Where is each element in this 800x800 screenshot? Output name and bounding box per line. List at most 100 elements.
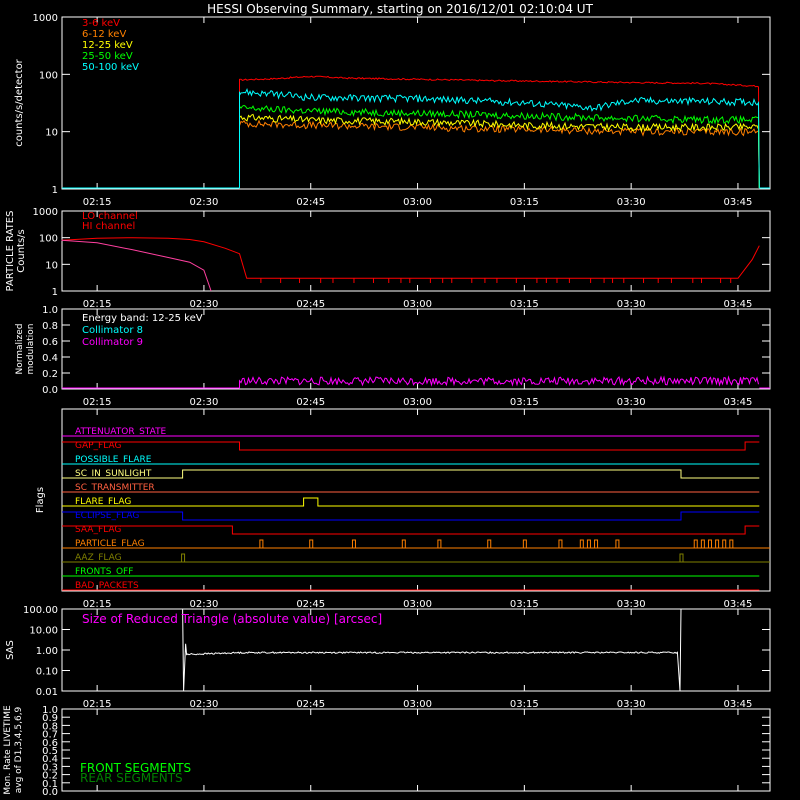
x-tick-label: 02:30 <box>190 397 219 408</box>
flag-trace <box>62 441 760 451</box>
figure-title: HESSI Observing Summary, starting on 201… <box>207 2 593 16</box>
flag-spike <box>707 539 712 548</box>
x-tick-label: 03:15 <box>510 197 539 208</box>
x-tick-label: 03:00 <box>403 699 432 710</box>
x-tick-label: 02:45 <box>296 699 325 710</box>
y-tick-label: 1.0 <box>42 305 58 316</box>
y-tick-label: 0.6 <box>42 337 58 348</box>
x-tick-label: 02:45 <box>296 599 325 610</box>
x-tick-label: 03:45 <box>724 299 753 310</box>
legend-entry: Collimator 9 <box>82 337 143 348</box>
legend-entry: REAR SEGMENTS <box>80 771 183 785</box>
y-axis-label: Mon. Rate LIVETIME <box>3 705 13 795</box>
flag-spike <box>181 553 186 562</box>
flag-spike <box>722 539 727 548</box>
flag-spike <box>351 539 356 548</box>
x-tick-label: 03:15 <box>510 699 539 710</box>
y-axis-label: avg of D1,3,4,5,6,9 <box>14 706 24 793</box>
x-tick-label: 03:15 <box>510 397 539 408</box>
y-tick-label: 1000 <box>33 13 58 24</box>
x-tick-label: 02:45 <box>296 299 325 310</box>
y-tick-label: 0.01 <box>36 687 58 698</box>
y-axis-label: counts/s/detector <box>14 58 25 146</box>
flag-spike <box>700 539 705 548</box>
series-line-50-100-keV <box>239 87 760 189</box>
x-tick-label: 03:00 <box>403 599 432 610</box>
x-tick-label: 03:45 <box>724 397 753 408</box>
y-axis-label: modulation <box>26 324 36 375</box>
series-line-25-50-keV <box>239 104 760 189</box>
flag-spike <box>522 539 527 548</box>
panel-frame <box>61 16 771 190</box>
x-tick-label: 03:00 <box>403 197 432 208</box>
y-axis-label: SAS <box>5 640 16 660</box>
series-line-collimator-9 <box>239 375 759 388</box>
y-tick-label: 1 <box>52 287 58 298</box>
y-tick-label: 0.2 <box>42 369 58 380</box>
x-tick-label: 02:15 <box>83 197 112 208</box>
x-tick-label: 03:30 <box>617 197 646 208</box>
x-tick-label: 03:45 <box>724 599 753 610</box>
y-tick-label: 1 <box>52 185 58 196</box>
x-tick-label: 02:45 <box>296 197 325 208</box>
flag-spike <box>715 539 720 548</box>
x-tick-label: 02:15 <box>83 599 112 610</box>
legend-entry: 6-12 keV <box>82 29 126 40</box>
x-tick-label: 03:30 <box>617 599 646 610</box>
x-tick-label: 02:30 <box>190 699 219 710</box>
flag-trace <box>62 497 760 507</box>
y-tick-label: 100.00 <box>23 605 58 616</box>
y-axis-label: PARTICLE RATES <box>5 211 16 292</box>
y-axis-label: Counts/s <box>16 229 27 273</box>
flag-spike <box>579 539 584 548</box>
annotation-text: Size of Reduced Triangle (absolute value… <box>82 612 382 626</box>
y-tick-label: 0.10 <box>36 667 58 678</box>
series-line-lo-channel <box>61 237 760 279</box>
y-tick-label: 10 <box>45 260 58 271</box>
x-tick-label: 02:15 <box>83 699 112 710</box>
y-tick-label: 1000 <box>33 207 58 218</box>
legend-entry: HI channel <box>82 221 135 232</box>
flag-trace <box>62 511 760 521</box>
flag-spike <box>558 539 563 548</box>
flag-spike <box>615 539 620 548</box>
x-tick-label: 02:15 <box>83 397 112 408</box>
legend-entry: Collimator 8 <box>82 325 143 336</box>
y-tick-label: 10 <box>45 128 58 139</box>
x-tick-label: 03:45 <box>724 699 753 710</box>
x-tick-label: 03:15 <box>510 599 539 610</box>
flag-spike <box>401 539 406 548</box>
y-axis-label: Flags <box>35 487 46 513</box>
legend-entry: 25-50 keV <box>82 51 133 62</box>
flag-spike <box>437 539 442 548</box>
flag-spike <box>309 539 314 548</box>
y-tick-label: 0.0 <box>42 385 58 396</box>
x-tick-label: 02:45 <box>296 397 325 408</box>
legend-entry: 12-25 keV <box>82 40 133 51</box>
flag-spike <box>586 539 591 548</box>
flag-spike <box>487 539 492 548</box>
series-line-6-12-keV <box>239 119 760 189</box>
y-tick-label: 1.00 <box>36 646 58 657</box>
panels-group: 02:15 02:30 02:45 03:00 03:15 03:30 03:4511010… <box>3 13 771 798</box>
x-tick-label: 03:30 <box>617 699 646 710</box>
panel-frame <box>61 210 771 292</box>
series-line-hi-channel <box>61 239 212 292</box>
hessi-summary-figure: HESSI Observing Summary, starting on 201… <box>3 2 771 798</box>
annotation-text: Energy band: 12-25 keV <box>82 313 203 324</box>
x-tick-label: 02:30 <box>190 599 219 610</box>
flag-trace <box>62 525 760 535</box>
x-tick-label: 03:30 <box>617 397 646 408</box>
y-tick-label: 10.00 <box>29 626 58 637</box>
flag-trace <box>62 469 760 479</box>
flag-spike <box>594 539 599 548</box>
y-tick-label: 100 <box>39 234 58 245</box>
x-tick-label: 02:30 <box>190 197 219 208</box>
x-tick-label: 03:00 <box>403 299 432 310</box>
x-tick-label: 03:30 <box>617 299 646 310</box>
y-tick-label: 0.8 <box>42 321 58 332</box>
flag-spike <box>693 539 698 548</box>
x-tick-label: 03:45 <box>724 197 753 208</box>
y-tick-label: 100 <box>39 70 58 81</box>
y-tick-label: 0.4 <box>42 353 58 364</box>
